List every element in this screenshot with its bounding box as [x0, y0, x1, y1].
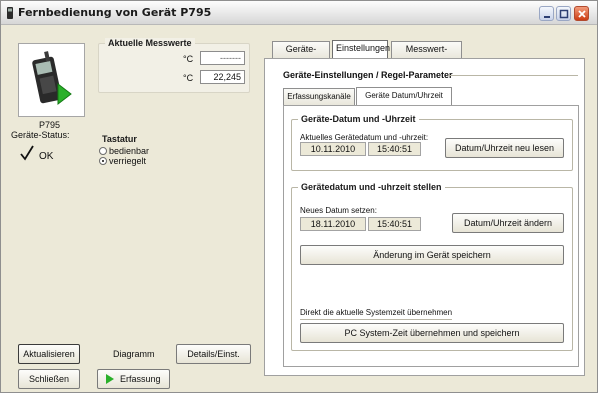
device-image-panel [18, 43, 85, 117]
new-date-label: Neues Datum setzen: [300, 206, 377, 215]
system-time-label: Direkt die aktuelle Systemzeit übernehme… [300, 308, 453, 317]
keyboard-title: Tastatur [99, 134, 140, 144]
title-bar[interactable]: Fernbedienung von Gerät P795 [1, 1, 597, 25]
current-date-field: 10.11.2010 [300, 142, 366, 156]
tab-measurement-memory[interactable]: Messwert-Speicher [391, 41, 462, 69]
settings-title: Geräte-Einstellungen / Regel-Parameter [283, 70, 453, 80]
measurement-value-2: 22,245 [200, 70, 245, 84]
app-icon [7, 7, 13, 19]
new-date-field[interactable]: 18.11.2010 [300, 217, 366, 231]
window-title: Fernbedienung von Gerät P795 [18, 6, 212, 19]
reload-datetime-button[interactable]: Datum/Uhrzeit neu lesen [445, 138, 564, 158]
subtab-device-date-time[interactable]: Geräte Datum/Uhrzeit [356, 87, 452, 105]
keyboard-option-locked-label[interactable]: verriegelt [109, 156, 146, 166]
tab-device-status[interactable]: Geräte-Status [272, 41, 330, 69]
subtab-acquisition-channels[interactable]: Erfassungskanäle [283, 88, 355, 105]
close-button[interactable]: Schließen [18, 369, 80, 389]
record-button[interactable]: Erfassung [97, 369, 170, 389]
maximize-icon [559, 9, 569, 19]
device-name: P795 [39, 120, 61, 130]
new-time-field[interactable]: 15:40:51 [368, 217, 421, 231]
device-image [32, 51, 72, 106]
set-datetime-title: Gerätedatum und -uhrzeit stellen [298, 182, 445, 192]
measurement-unit-2: °C [183, 73, 194, 83]
current-datetime-label: Aktuelles Gerätedatum und -uhrzeit: [300, 133, 429, 142]
measurements-title: Aktuelle Messwerte [105, 38, 195, 48]
keyboard-option-locked-radio[interactable] [99, 157, 107, 165]
tab-settings[interactable]: Einstellungen [332, 40, 390, 58]
details-button[interactable]: Details/Einst. [176, 344, 251, 364]
change-datetime-button[interactable]: Datum/Uhrzeit ändern [452, 213, 564, 233]
minimize-icon [544, 16, 550, 18]
keyboard-option-unlocked-label[interactable]: bedienbar [109, 146, 149, 156]
checkmark-icon [20, 145, 34, 161]
current-datetime-title: Geräte-Datum und -Uhrzeit [298, 114, 419, 124]
system-time-divider [300, 319, 452, 320]
measurement-unit-1: °C [183, 54, 194, 64]
measurement-value-1: ------- [200, 51, 245, 65]
application-window: Fernbedienung von Gerät P795 P795 Geräte… [0, 0, 598, 393]
chart-button[interactable]: Diagramm [113, 349, 155, 359]
device-status-label: Geräte-Status: [11, 130, 70, 140]
settings-title-divider [448, 75, 578, 76]
minimize-button[interactable] [539, 6, 554, 21]
close-window-button[interactable] [574, 6, 589, 21]
keyboard-option-unlocked-radio[interactable] [99, 147, 107, 155]
current-time-field: 15:40:51 [368, 142, 421, 156]
maximize-button[interactable] [556, 6, 571, 21]
close-icon [578, 10, 586, 18]
save-to-device-button[interactable]: Änderung im Gerät speichern [300, 245, 564, 265]
refresh-button[interactable]: Aktualisieren [18, 344, 80, 364]
record-button-label: Erfassung [120, 374, 161, 384]
play-icon [106, 374, 114, 384]
pc-system-time-button[interactable]: PC System-Zeit übernehmen und speichern [300, 323, 564, 343]
device-status-value: OK [39, 151, 54, 162]
